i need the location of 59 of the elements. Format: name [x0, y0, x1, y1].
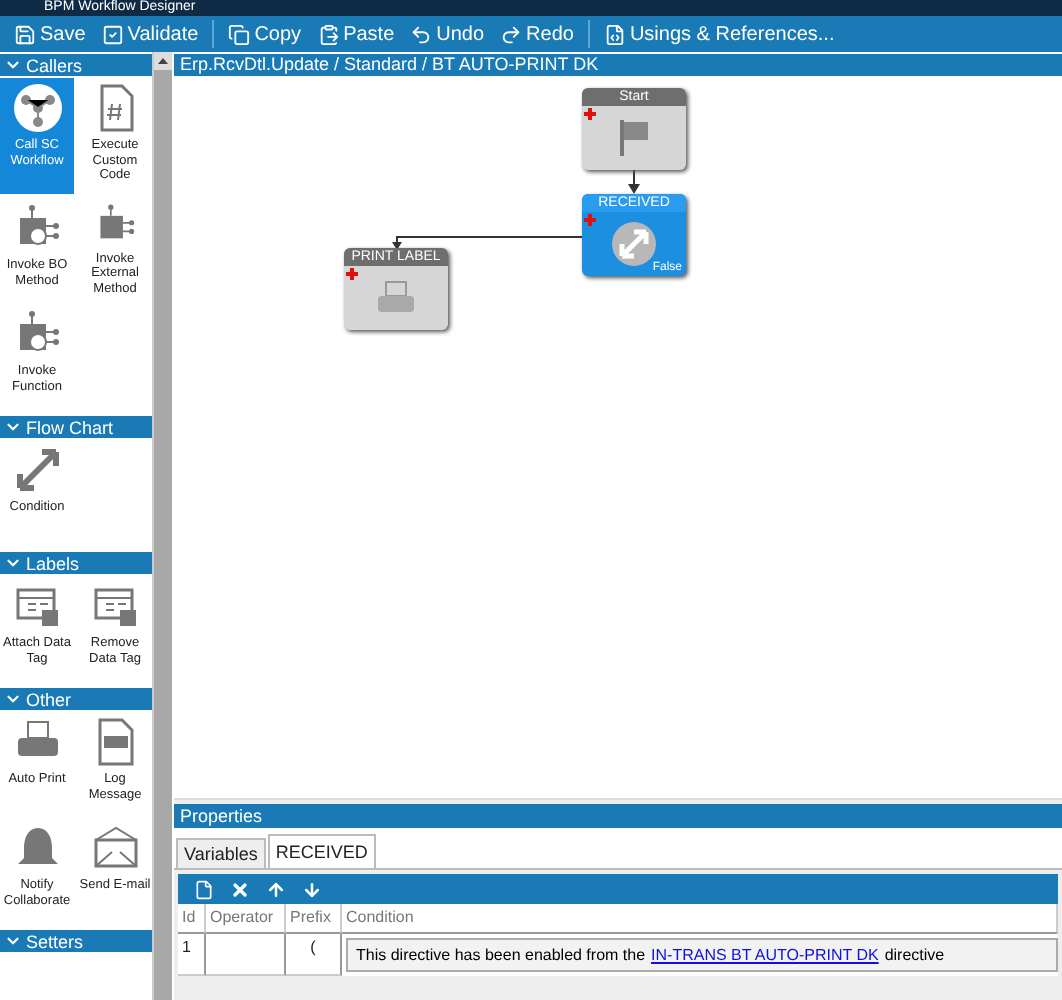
- new-document-icon[interactable]: [194, 879, 214, 899]
- copy-icon: [228, 23, 251, 45]
- table-cell: 1: [178, 934, 206, 976]
- network-icon: [11, 82, 63, 134]
- toolbar-button[interactable]: Usings & References...: [597, 18, 841, 50]
- toolbar-button[interactable]: Save: [8, 18, 92, 50]
- section-title: Other: [26, 689, 72, 709]
- section-title: Setters: [26, 931, 84, 951]
- plus-icon: [346, 268, 358, 280]
- chevron-icon: [4, 418, 22, 436]
- diagonal-arrow-icon: [11, 444, 63, 496]
- undo-icon: [410, 23, 433, 45]
- toolbar-button[interactable]: Redo: [494, 18, 580, 50]
- condition-text: directive: [884, 946, 945, 964]
- up-arrow-icon[interactable]: [266, 879, 286, 899]
- chevron-icon: [4, 554, 22, 572]
- breadcrumb: Erp.RcvDtl.Update / Standard / BT AUTO-PRINT DK: [174, 54, 1062, 76]
- panel-title: Properties: [174, 804, 1062, 828]
- column-header: Condition: [342, 904, 1058, 934]
- save-icon: [14, 23, 36, 45]
- down-arrow-icon[interactable]: [302, 879, 322, 899]
- section-title: Callers: [26, 55, 83, 75]
- printer-icon: [374, 280, 418, 316]
- section-header[interactable]: Flow Chart: [0, 416, 152, 438]
- tab[interactable]: Variables: [176, 838, 266, 868]
- toolbar-button[interactable]: Paste: [311, 18, 401, 50]
- up-arrow-icon: [158, 58, 168, 64]
- paste-icon: [317, 23, 340, 45]
- column-header: Prefix: [286, 904, 342, 934]
- chevron-icon: [4, 56, 22, 74]
- checkbox-icon: [101, 23, 124, 45]
- section-header[interactable]: Other: [0, 688, 152, 710]
- table-cell: [206, 934, 286, 976]
- section-header[interactable]: Callers: [0, 54, 152, 76]
- directive-link[interactable]: IN-TRANS BT AUTO-PRINT DK: [651, 946, 879, 964]
- redo-icon: [500, 23, 523, 45]
- column-header: Operator: [206, 904, 286, 934]
- plus-icon: [584, 214, 596, 226]
- tab[interactable]: RECEIVED: [267, 834, 376, 868]
- table-cell: (: [286, 934, 342, 976]
- toolbar-button[interactable]: Validate: [95, 18, 205, 50]
- section-title: Labels: [26, 553, 80, 573]
- flag-icon: [616, 118, 652, 158]
- section-title: Flow Chart: [26, 417, 114, 437]
- toolbar-button[interactable]: Copy: [222, 18, 308, 50]
- document-icon: [603, 23, 626, 45]
- envelope-icon: [89, 822, 141, 874]
- section-header[interactable]: Setters: [0, 930, 152, 952]
- toolbar-button[interactable]: Undo: [404, 18, 491, 50]
- column-header: Id: [178, 904, 206, 934]
- chevron-icon: [4, 690, 22, 708]
- section-header[interactable]: Labels: [0, 552, 152, 574]
- chevron-icon: [4, 932, 22, 950]
- condition-text: This directive has been enabled from the: [356, 946, 646, 964]
- plus-icon: [584, 108, 596, 120]
- scrollbar[interactable]: [152, 52, 172, 1000]
- condition-field[interactable]: This directive has been enabled from the IN-TRANS BT AUTO-PRINT DK directive: [346, 938, 1058, 972]
- delete-icon[interactable]: [230, 879, 250, 899]
- connector-arrow: [628, 170, 640, 194]
